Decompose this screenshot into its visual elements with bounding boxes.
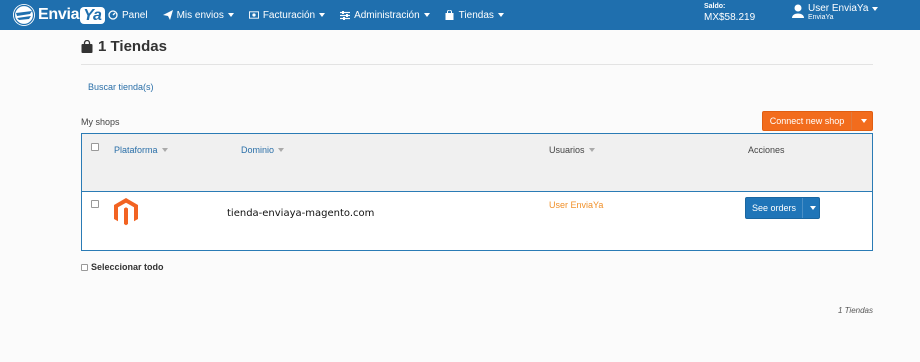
page-title: 1 Tiendas bbox=[81, 38, 167, 55]
brand-logo[interactable]: Envia Ya bbox=[13, 3, 105, 27]
globe-logo-icon bbox=[13, 4, 35, 26]
see-orders-button[interactable]: See orders bbox=[745, 197, 820, 219]
dashboard-icon bbox=[108, 10, 118, 20]
search-shops-link[interactable]: Buscar tienda(s) bbox=[88, 82, 154, 92]
nav-item-facturacion[interactable]: Facturación bbox=[248, 9, 326, 21]
select-all-checkbox[interactable] bbox=[81, 263, 88, 271]
caret-down-icon bbox=[227, 13, 234, 17]
select-all-label: Seleccionar todo bbox=[91, 262, 164, 272]
page-title-text: 1 Tiendas bbox=[98, 38, 167, 55]
table-header: Plataforma Dominio Usuarios Acciones bbox=[82, 134, 872, 192]
section-label: My shops bbox=[81, 117, 120, 127]
brand-name: Envia Ya bbox=[38, 6, 105, 24]
nav-item-label: Mis envios bbox=[176, 9, 224, 21]
nav-item-label: Tiendas bbox=[458, 9, 494, 21]
balance-label: Saldo: bbox=[704, 3, 726, 10]
see-orders-label[interactable]: See orders bbox=[746, 198, 803, 218]
connect-new-shop-button[interactable]: Connect new shop bbox=[762, 111, 873, 131]
select-all-header-checkbox[interactable] bbox=[91, 143, 99, 151]
sliders-icon bbox=[340, 10, 351, 20]
sort-icon bbox=[588, 148, 595, 152]
nav-item-administracion[interactable]: Administración bbox=[340, 10, 430, 21]
results-count: 1 Tiendas bbox=[837, 306, 873, 315]
shop-user-link[interactable]: User EnviaYa bbox=[549, 200, 603, 210]
balance-value: MX$58.219 bbox=[704, 12, 756, 23]
shopping-bag-icon bbox=[81, 40, 93, 53]
user-menu[interactable]: User EnviaYa EnviaYa bbox=[792, 3, 879, 21]
nav-item-label: Panel bbox=[122, 9, 148, 21]
column-header-domain[interactable]: Dominio bbox=[241, 145, 285, 155]
nav-item-label: Administración bbox=[354, 9, 420, 21]
magento-logo-icon bbox=[114, 198, 138, 226]
nav-item-panel[interactable]: Panel bbox=[108, 10, 148, 21]
paper-plane-icon bbox=[162, 10, 173, 20]
column-header-users[interactable]: Usuarios bbox=[549, 145, 595, 155]
top-navbar: Envia Ya Panel Mis envios Facturación Ad… bbox=[0, 0, 920, 30]
nav-item-mis-envios[interactable]: Mis envios bbox=[162, 9, 234, 21]
shop-domain: tienda-enviaya-magento.com bbox=[227, 208, 375, 219]
divider bbox=[81, 64, 873, 65]
user-name: User EnviaYa bbox=[808, 3, 879, 14]
caret-down-icon bbox=[861, 119, 867, 123]
nav-item-tiendas[interactable]: Tiendas bbox=[445, 10, 504, 21]
sort-icon bbox=[278, 148, 285, 152]
column-header-platform[interactable]: Plataforma bbox=[114, 145, 168, 155]
row-checkbox[interactable] bbox=[91, 200, 99, 208]
nav-item-label: Facturación bbox=[262, 9, 316, 21]
caret-down-icon bbox=[423, 13, 430, 17]
balance-display: Saldo: MX$58.219 bbox=[704, 3, 755, 23]
column-header-actions: Acciones bbox=[748, 145, 785, 155]
caret-down-icon bbox=[319, 13, 326, 17]
user-icon bbox=[792, 4, 804, 18]
connect-new-shop-label[interactable]: Connect new shop bbox=[763, 112, 852, 130]
select-all-control[interactable]: Seleccionar todo bbox=[81, 262, 164, 272]
see-orders-dropdown-toggle[interactable] bbox=[803, 198, 819, 218]
caret-down-icon bbox=[810, 206, 816, 210]
caret-down-icon bbox=[872, 7, 879, 11]
money-icon bbox=[248, 10, 259, 20]
caret-down-icon bbox=[497, 13, 504, 17]
user-company: EnviaYa bbox=[808, 14, 834, 21]
shopping-bag-icon bbox=[445, 10, 455, 20]
main-menu: Panel Mis envios Facturación Administrac… bbox=[108, 0, 519, 30]
connect-dropdown-toggle[interactable] bbox=[852, 112, 872, 130]
shops-table: Plataforma Dominio Usuarios Acciones tie… bbox=[81, 133, 873, 251]
sort-icon bbox=[161, 148, 168, 152]
